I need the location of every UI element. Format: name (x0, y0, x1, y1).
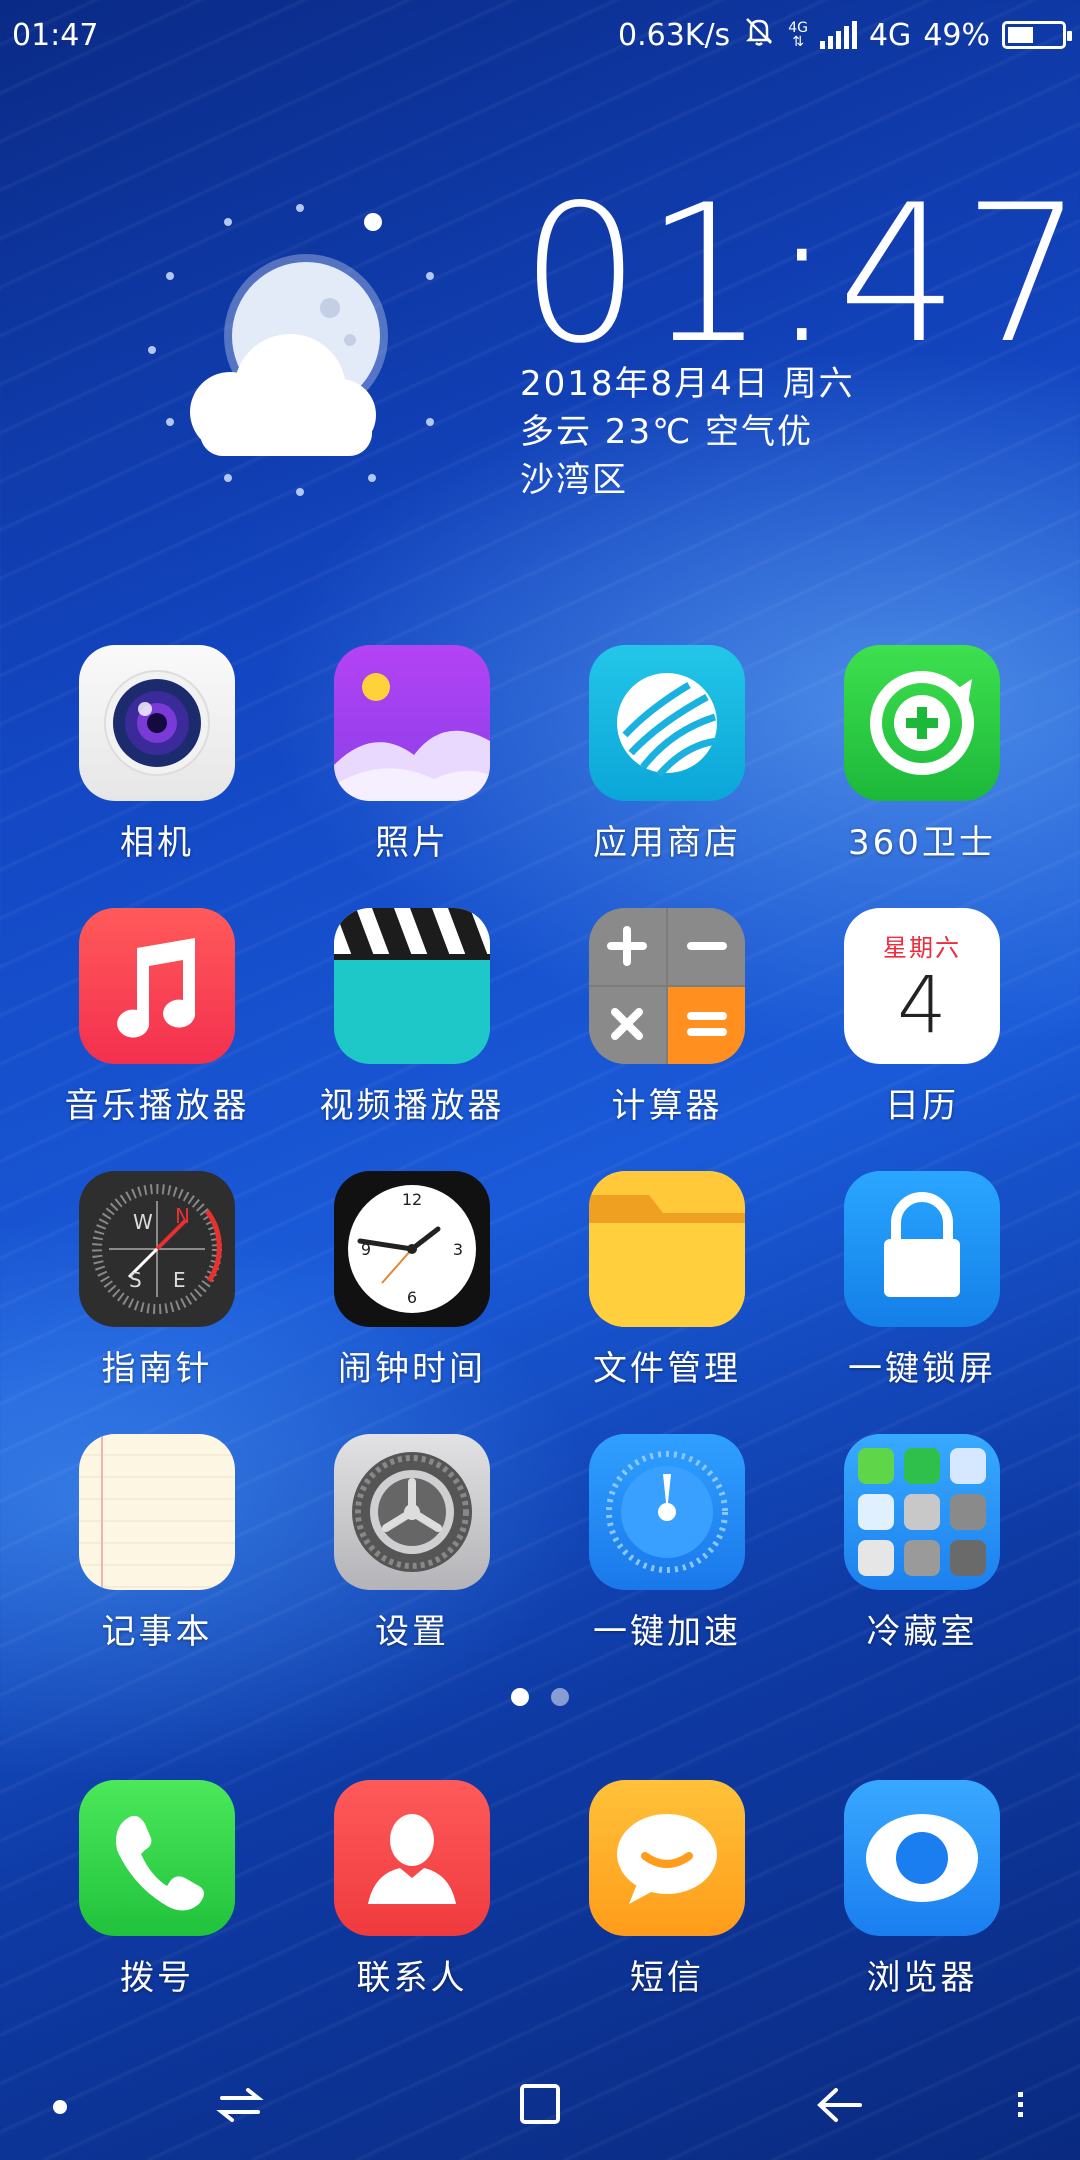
widget-date: 2018年8月4日 周六 (520, 364, 855, 404)
svg-text:W: W (133, 1210, 153, 1234)
status-right: 0.63K/s 4G ⇅ 4G 49% (617, 14, 1072, 56)
app-label: 文件管理 (593, 1349, 741, 1389)
calendar-day: 4 (897, 961, 947, 1051)
svg-text:12: 12 (402, 1190, 422, 1209)
music-icon (79, 908, 235, 1064)
app-cold-storage-folder[interactable]: 冷藏室 (807, 1434, 1037, 1653)
compass-icon: WN S E (79, 1171, 235, 1327)
net-speed: 0.63K/s (617, 17, 731, 53)
dock-phone[interactable]: 拨号 (42, 1780, 272, 1999)
battery-icon (1002, 21, 1072, 49)
app-label: 视频播放器 (319, 1086, 505, 1126)
app-label: 360卫士 (848, 823, 996, 863)
widget-location: 沙湾区 (520, 460, 628, 500)
moon-cloud-icon[interactable] (140, 200, 440, 500)
app-video[interactable]: 视频播放器 (297, 908, 527, 1127)
speed-gauge-icon (589, 1434, 745, 1590)
navigation-bar (0, 2020, 1080, 2160)
app-label: 一键锁屏 (848, 1349, 996, 1389)
app-label: 联系人 (356, 1958, 468, 1998)
app-label: 冷藏室 (866, 1612, 978, 1652)
svg-text:E: E (173, 1268, 186, 1292)
calendar-icon: 星期六 4 (844, 908, 1000, 1064)
app-label: 计算器 (611, 1086, 723, 1126)
page-dot-1[interactable] (511, 1688, 529, 1706)
app-store[interactable]: 应用商店 (552, 645, 782, 864)
app-compass[interactable]: WN S E 指南针 (42, 1171, 272, 1390)
page-indicator (0, 1688, 1080, 1706)
app-label: 一键加速 (593, 1612, 741, 1652)
lock-icon (844, 1171, 1000, 1327)
app-music[interactable]: 音乐播放器 (42, 908, 272, 1127)
app-settings[interactable]: 设置 (297, 1434, 527, 1653)
home-square-icon[interactable] (510, 2080, 570, 2130)
app-label: 应用商店 (593, 823, 741, 863)
photos-icon (334, 645, 490, 801)
app-360[interactable]: 360卫士 (807, 645, 1037, 864)
app-label: 拨号 (120, 1958, 194, 1998)
signal-icon (819, 21, 857, 49)
camera-icon (79, 645, 235, 801)
app-store-icon (589, 645, 745, 801)
calculator-icon (589, 908, 745, 1064)
app-label: 浏览器 (866, 1958, 978, 1998)
widget-clock[interactable]: 01:47 (520, 180, 1080, 370)
app-clock[interactable]: 12 3 6 9 闹钟时间 (297, 1171, 527, 1390)
app-calculator[interactable]: 计算器 (552, 908, 782, 1127)
network-small: 4G (788, 20, 808, 36)
phone-icon (79, 1780, 235, 1936)
svg-text:N: N (175, 1204, 190, 1228)
app-photos[interactable]: 照片 (297, 645, 527, 864)
back-arrow-icon[interactable] (810, 2080, 870, 2130)
switch-arrows-icon[interactable] (210, 2080, 270, 2130)
clock-icon: 12 3 6 9 (334, 1171, 490, 1327)
app-label: 闹钟时间 (338, 1349, 486, 1389)
settings-gear-icon (334, 1434, 490, 1590)
video-clapper-icon (334, 908, 490, 1064)
notepad-icon (79, 1434, 235, 1590)
dock-browser[interactable]: 浏览器 (807, 1780, 1037, 1999)
svg-text:S: S (129, 1268, 142, 1292)
app-label: 设置 (375, 1612, 449, 1652)
app-label: 照片 (375, 823, 449, 863)
contacts-icon (334, 1780, 490, 1936)
security-360-icon (844, 645, 1000, 801)
bell-muted-icon (742, 14, 776, 56)
app-calendar[interactable]: 星期六 4 日历 (807, 908, 1037, 1127)
app-label: 音乐播放器 (64, 1086, 250, 1126)
app-label: 指南针 (101, 1349, 213, 1389)
browser-icon (844, 1780, 1000, 1936)
app-speed-up[interactable]: 一键加速 (552, 1434, 782, 1653)
dot-icon[interactable] (30, 2080, 90, 2130)
app-label: 日历 (885, 1086, 959, 1126)
battery-percent: 49% (923, 17, 990, 53)
app-label: 相机 (120, 823, 194, 863)
page-dot-2[interactable] (551, 1688, 569, 1706)
app-files[interactable]: 文件管理 (552, 1171, 782, 1390)
data-arrows-icon: 4G ⇅ (788, 20, 808, 50)
calendar-weekday: 星期六 (883, 934, 961, 962)
status-time: 01:47 (12, 18, 99, 53)
folder-grid-icon (844, 1434, 1000, 1590)
app-lock-screen[interactable]: 一键锁屏 (807, 1171, 1037, 1390)
status-bar: 01:47 0.63K/s 4G ⇅ 4G 49% (0, 0, 1080, 76)
message-icon (589, 1780, 745, 1936)
dock-contacts[interactable]: 联系人 (297, 1780, 527, 1999)
app-label: 短信 (630, 1958, 704, 1998)
app-notepad[interactable]: 记事本 (42, 1434, 272, 1653)
widget-weather: 多云 23℃ 空气优 (520, 412, 814, 452)
dock-messages[interactable]: 短信 (552, 1780, 782, 1999)
weather-info[interactable]: 2018年8月4日 周六 多云 23℃ 空气优 沙湾区 (520, 360, 855, 504)
menu-dots-icon[interactable] (990, 2080, 1050, 2130)
app-label: 记事本 (101, 1612, 213, 1652)
folder-icon (589, 1171, 745, 1327)
svg-text:6: 6 (407, 1288, 417, 1307)
network-type: 4G (868, 17, 912, 53)
app-camera[interactable]: 相机 (42, 645, 272, 864)
svg-text:3: 3 (453, 1240, 463, 1259)
